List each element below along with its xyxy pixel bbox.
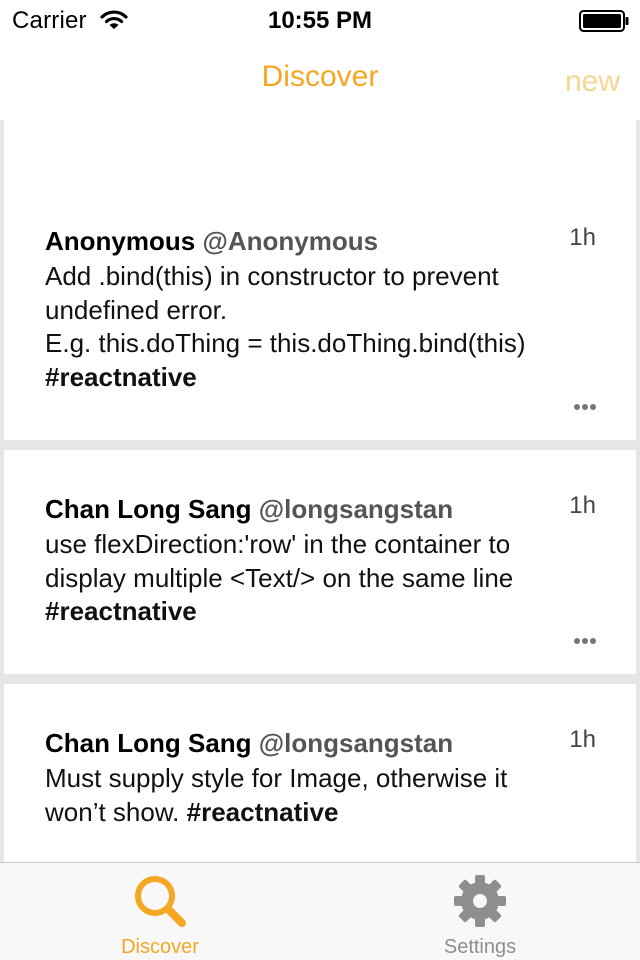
more-options-icon[interactable] <box>574 638 596 644</box>
navigation-bar: Discover new <box>0 40 640 120</box>
hashtag[interactable]: #reactnative <box>187 797 339 827</box>
hashtag[interactable]: #reactnative <box>45 595 605 629</box>
post-time: 1h <box>569 726 596 753</box>
battery-icon <box>579 10 629 37</box>
post-text: Must supply style for Image, otherwise i… <box>45 762 605 829</box>
tab-label: Discover <box>121 936 199 958</box>
post-text-line-with-hashtag: won’t show. #reactnative <box>45 796 605 830</box>
post-text-fragment: won’t show. <box>45 796 180 827</box>
author-name[interactable]: Anonymous <box>45 226 195 256</box>
post-author: Chan Long Sang @longsangstan <box>45 494 453 525</box>
post-card[interactable]: Chan Long Sang @longsangstan 1h use flex… <box>4 450 636 674</box>
status-bar: Carrier 10:55 PM <box>0 0 640 40</box>
new-post-button[interactable]: new <box>565 65 620 99</box>
search-icon <box>132 873 190 936</box>
post-time: 1h <box>569 224 596 251</box>
post-text-line: display multiple <Text/> on the same lin… <box>45 562 514 593</box>
post-text-line: Add .bind(this) in constructor to preven… <box>45 261 499 291</box>
post-text-line: use flexDirection:'row' in the container… <box>45 529 511 559</box>
author-name[interactable]: Chan Long Sang <box>45 494 252 524</box>
hashtag[interactable]: #reactnative <box>45 361 605 395</box>
tab-discover[interactable]: Discover <box>0 863 320 960</box>
post-text: use flexDirection:'row' in the container… <box>45 528 605 629</box>
author-handle[interactable]: @longsangstan <box>259 728 453 758</box>
post-text-line: Must supply style for Image, otherwise i… <box>45 763 508 793</box>
post-card[interactable]: Chan Long Sang @longsangstan 1h Must sup… <box>4 684 636 862</box>
tab-settings[interactable]: Settings <box>320 863 640 960</box>
author-handle[interactable]: @longsangstan <box>259 494 453 524</box>
post-text-line: E.g. this.doThing = this.doThing.bind(th… <box>45 328 526 358</box>
status-time: 10:55 PM <box>267 7 373 34</box>
post-text: Add .bind(this) in constructor to preven… <box>45 260 605 394</box>
author-name[interactable]: Chan Long Sang <box>45 728 252 758</box>
post-time: 1h <box>569 492 596 519</box>
author-handle[interactable]: @Anonymous <box>202 226 378 256</box>
post-author: Anonymous @Anonymous <box>45 226 378 257</box>
page-title: Discover <box>261 60 379 93</box>
post-card[interactable]: Anonymous @Anonymous 1h Add .bind(this) … <box>4 182 636 440</box>
post-author: Chan Long Sang @longsangstan <box>45 728 453 759</box>
gear-icon <box>452 873 510 936</box>
tab-bar: Discover Settings <box>0 862 640 960</box>
post-text-line: undefined error. <box>45 294 228 325</box>
post-feed[interactable]: Anonymous @Anonymous 1h Add .bind(this) … <box>0 120 640 862</box>
tab-label: Settings <box>443 936 517 958</box>
more-options-icon[interactable] <box>574 404 596 410</box>
